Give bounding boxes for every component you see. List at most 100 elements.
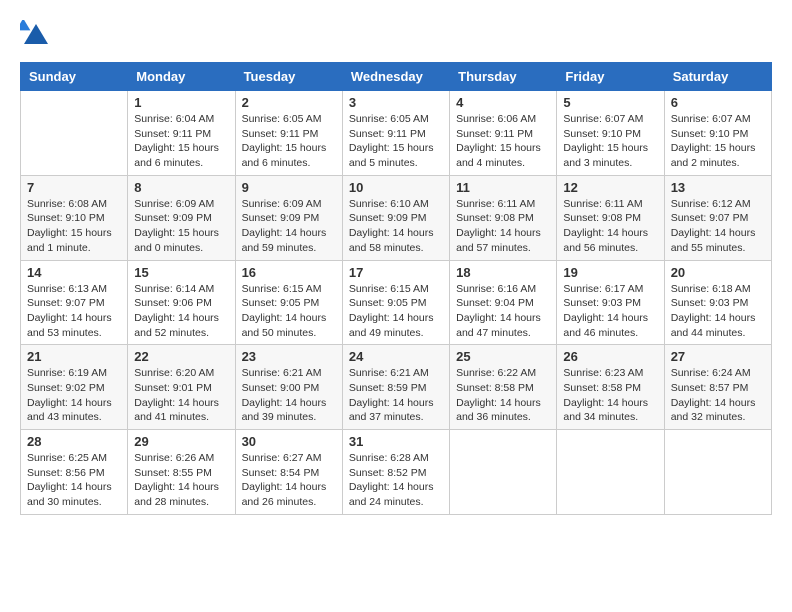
day-number: 19 — [563, 265, 657, 280]
calendar-cell: 28 Sunrise: 6:25 AMSunset: 8:56 PMDayligh… — [21, 430, 128, 515]
day-info: Sunrise: 6:15 AMSunset: 9:05 PMDaylight:… — [349, 282, 443, 341]
calendar-week-3: 14 Sunrise: 6:13 AMSunset: 9:07 PMDayligh… — [21, 260, 772, 345]
calendar-cell: 21 Sunrise: 6:19 AMSunset: 9:02 PMDayligh… — [21, 345, 128, 430]
logo — [20, 20, 56, 52]
calendar-header: SundayMondayTuesdayWednesdayThursdayFrid… — [21, 63, 772, 91]
calendar-cell: 8 Sunrise: 6:09 AMSunset: 9:09 PMDaylight… — [128, 175, 235, 260]
day-number: 6 — [671, 95, 765, 110]
weekday-header-monday: Monday — [128, 63, 235, 91]
day-number: 25 — [456, 349, 550, 364]
day-info: Sunrise: 6:27 AMSunset: 8:54 PMDaylight:… — [242, 451, 336, 510]
weekday-header-wednesday: Wednesday — [342, 63, 449, 91]
day-info: Sunrise: 6:20 AMSunset: 9:01 PMDaylight:… — [134, 366, 228, 425]
day-number: 11 — [456, 180, 550, 195]
day-number: 29 — [134, 434, 228, 449]
day-info: Sunrise: 6:25 AMSunset: 8:56 PMDaylight:… — [27, 451, 121, 510]
day-info: Sunrise: 6:28 AMSunset: 8:52 PMDaylight:… — [349, 451, 443, 510]
weekday-header-friday: Friday — [557, 63, 664, 91]
calendar-cell: 1 Sunrise: 6:04 AMSunset: 9:11 PMDaylight… — [128, 91, 235, 176]
weekday-header-tuesday: Tuesday — [235, 63, 342, 91]
calendar-cell — [21, 91, 128, 176]
day-info: Sunrise: 6:18 AMSunset: 9:03 PMDaylight:… — [671, 282, 765, 341]
calendar-cell: 9Sunrise: 6:09 AMSunset: 9:09 PMDaylight… — [235, 175, 342, 260]
day-number: 24 — [349, 349, 443, 364]
day-number: 9 — [242, 180, 336, 195]
calendar-cell: 18 Sunrise: 6:16 AMSunset: 9:04 PMDayligh… — [450, 260, 557, 345]
day-info: Sunrise: 6:05 AMSunset: 9:11 PMDaylight:… — [349, 112, 443, 171]
day-number: 14 — [27, 265, 121, 280]
calendar-cell: 19 Sunrise: 6:17 AMSunset: 9:03 PMDayligh… — [557, 260, 664, 345]
day-number: 27 — [671, 349, 765, 364]
day-number: 13 — [671, 180, 765, 195]
calendar-cell: 12Sunrise: 6:11 AMSunset: 9:08 PMDayligh… — [557, 175, 664, 260]
day-info: Sunrise: 6:17 AMSunset: 9:03 PMDaylight:… — [563, 282, 657, 341]
day-info: Sunrise: 6:07 AMSunset: 9:10 PMDaylight:… — [671, 112, 765, 171]
day-info: Sunrise: 6:06 AMSunset: 9:11 PMDaylight:… — [456, 112, 550, 171]
calendar-cell: 13 Sunrise: 6:12 AMSunset: 9:07 PMDayligh… — [664, 175, 771, 260]
calendar-cell: 31 Sunrise: 6:28 AMSunset: 8:52 PMDayligh… — [342, 430, 449, 515]
calendar-week-1: 1 Sunrise: 6:04 AMSunset: 9:11 PMDaylight… — [21, 91, 772, 176]
day-info: Sunrise: 6:04 AMSunset: 9:11 PMDaylight:… — [134, 112, 228, 171]
calendar-cell: 11 Sunrise: 6:11 AMSunset: 9:08 PMDayligh… — [450, 175, 557, 260]
day-info: Sunrise: 6:08 AMSunset: 9:10 PMDaylight:… — [27, 197, 121, 256]
logo-icon — [20, 20, 52, 52]
day-number: 8 — [134, 180, 228, 195]
calendar-cell — [557, 430, 664, 515]
calendar-week-5: 28 Sunrise: 6:25 AMSunset: 8:56 PMDayligh… — [21, 430, 772, 515]
day-info: Sunrise: 6:15 AMSunset: 9:05 PMDaylight:… — [242, 282, 336, 341]
day-info: Sunrise: 6:05 AMSunset: 9:11 PMDaylight:… — [242, 112, 336, 171]
calendar-cell: 23 Sunrise: 6:21 AMSunset: 9:00 PMDayligh… — [235, 345, 342, 430]
day-info: Sunrise: 6:09 AMSunset: 9:09 PMDaylight:… — [134, 197, 228, 256]
day-info: Sunrise: 6:21 AMSunset: 9:00 PMDaylight:… — [242, 366, 336, 425]
calendar-cell: 25 Sunrise: 6:22 AMSunset: 8:58 PMDayligh… — [450, 345, 557, 430]
calendar-cell: 16Sunrise: 6:15 AMSunset: 9:05 PMDayligh… — [235, 260, 342, 345]
day-number: 18 — [456, 265, 550, 280]
day-number: 21 — [27, 349, 121, 364]
calendar-cell: 7 Sunrise: 6:08 AMSunset: 9:10 PMDaylight… — [21, 175, 128, 260]
calendar-cell: 2 Sunrise: 6:05 AMSunset: 9:11 PMDaylight… — [235, 91, 342, 176]
calendar-table: SundayMondayTuesdayWednesdayThursdayFrid… — [20, 62, 772, 515]
day-info: Sunrise: 6:22 AMSunset: 8:58 PMDaylight:… — [456, 366, 550, 425]
day-number: 10 — [349, 180, 443, 195]
day-info: Sunrise: 6:23 AMSunset: 8:58 PMDaylight:… — [563, 366, 657, 425]
day-number: 2 — [242, 95, 336, 110]
day-info: Sunrise: 6:16 AMSunset: 9:04 PMDaylight:… — [456, 282, 550, 341]
day-number: 28 — [27, 434, 121, 449]
weekday-header-saturday: Saturday — [664, 63, 771, 91]
calendar-cell: 5 Sunrise: 6:07 AMSunset: 9:10 PMDaylight… — [557, 91, 664, 176]
day-number: 23 — [242, 349, 336, 364]
day-number: 7 — [27, 180, 121, 195]
day-info: Sunrise: 6:26 AMSunset: 8:55 PMDaylight:… — [134, 451, 228, 510]
weekday-header-thursday: Thursday — [450, 63, 557, 91]
calendar-cell — [664, 430, 771, 515]
calendar-cell: 6 Sunrise: 6:07 AMSunset: 9:10 PMDaylight… — [664, 91, 771, 176]
day-info: Sunrise: 6:11 AMSunset: 9:08 PMDaylight:… — [456, 197, 550, 256]
calendar-cell — [450, 430, 557, 515]
calendar-cell: 24 Sunrise: 6:21 AMSunset: 8:59 PMDayligh… — [342, 345, 449, 430]
day-info: Sunrise: 6:10 AMSunset: 9:09 PMDaylight:… — [349, 197, 443, 256]
calendar-cell: 4 Sunrise: 6:06 AMSunset: 9:11 PMDaylight… — [450, 91, 557, 176]
calendar-cell: 15Sunrise: 6:14 AMSunset: 9:06 PMDayligh… — [128, 260, 235, 345]
day-number: 31 — [349, 434, 443, 449]
calendar-week-4: 21 Sunrise: 6:19 AMSunset: 9:02 PMDayligh… — [21, 345, 772, 430]
weekday-header-sunday: Sunday — [21, 63, 128, 91]
calendar-cell: 27 Sunrise: 6:24 AMSunset: 8:57 PMDayligh… — [664, 345, 771, 430]
day-info: Sunrise: 6:12 AMSunset: 9:07 PMDaylight:… — [671, 197, 765, 256]
calendar-cell: 10 Sunrise: 6:10 AMSunset: 9:09 PMDayligh… — [342, 175, 449, 260]
day-number: 20 — [671, 265, 765, 280]
day-info: Sunrise: 6:21 AMSunset: 8:59 PMDaylight:… — [349, 366, 443, 425]
day-info: Sunrise: 6:13 AMSunset: 9:07 PMDaylight:… — [27, 282, 121, 341]
day-number: 4 — [456, 95, 550, 110]
calendar-cell: 14 Sunrise: 6:13 AMSunset: 9:07 PMDayligh… — [21, 260, 128, 345]
calendar-cell: 22Sunrise: 6:20 AMSunset: 9:01 PMDayligh… — [128, 345, 235, 430]
page-header — [20, 20, 772, 52]
day-info: Sunrise: 6:24 AMSunset: 8:57 PMDaylight:… — [671, 366, 765, 425]
day-info: Sunrise: 6:07 AMSunset: 9:10 PMDaylight:… — [563, 112, 657, 171]
day-number: 1 — [134, 95, 228, 110]
day-number: 3 — [349, 95, 443, 110]
day-number: 5 — [563, 95, 657, 110]
calendar-cell: 17Sunrise: 6:15 AMSunset: 9:05 PMDayligh… — [342, 260, 449, 345]
day-info: Sunrise: 6:19 AMSunset: 9:02 PMDaylight:… — [27, 366, 121, 425]
calendar-cell: 20 Sunrise: 6:18 AMSunset: 9:03 PMDayligh… — [664, 260, 771, 345]
day-number: 30 — [242, 434, 336, 449]
